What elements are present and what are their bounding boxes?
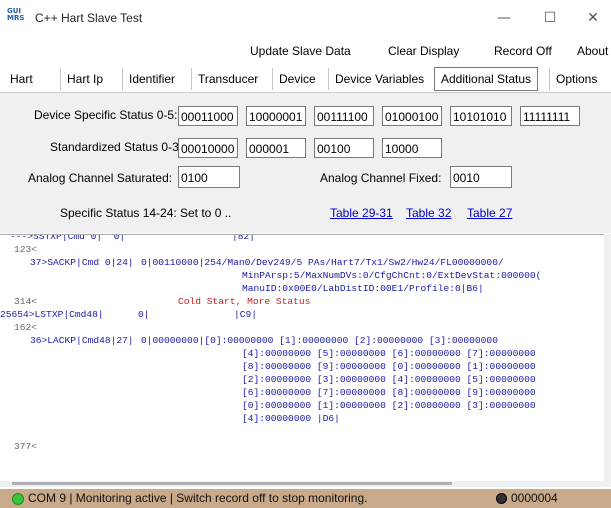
device-specific-status-5-field[interactable]: 11111111 (520, 106, 580, 126)
log-line: [2]:00000000 [3]:00000000 [4]:00000000 [… (242, 374, 536, 385)
record-off-button[interactable]: Record Off (494, 40, 552, 62)
log-line: |82| (232, 234, 256, 242)
standardized-status-1-field[interactable]: 000001 (246, 138, 306, 158)
horizontal-scrollbar-thumb[interactable] (12, 482, 452, 485)
tab-strip: Hart Hart Ip Identifier Transducer Devic… (0, 66, 611, 93)
log-line: [6]:00000000 [7]:00000000 [8]:00000000 [… (242, 387, 536, 398)
log-line: Cold Start, More Status (178, 296, 311, 307)
tab-device[interactable]: Device (272, 68, 322, 90)
log-line: 377< (14, 441, 38, 452)
device-specific-status-0-field[interactable]: 00011000 (178, 106, 238, 126)
tab-hart[interactable]: Hart (4, 68, 39, 90)
analog-channel-fixed-label: Analog Channel Fixed: (320, 171, 442, 185)
status-text: COM 9 | Monitoring active | Switch recor… (28, 491, 368, 505)
title-bar: GUI MRS C++ Hart Slave Test — ☐ ✕ (0, 0, 611, 38)
log-line: 25654>LSTXP|Cmd48| (0, 309, 104, 320)
clear-display-button[interactable]: Clear Display (388, 40, 459, 62)
log-line: ManuID:0x00E0/LabDistID:00E1/Profile:0|B… (242, 283, 484, 294)
analog-channel-saturated-field[interactable]: 0100 (178, 166, 240, 188)
specific-status-label: Specific Status 14-24: (60, 206, 177, 220)
about-button[interactable]: About (577, 40, 608, 62)
analog-channel-fixed-field[interactable]: 0010 (450, 166, 512, 188)
standardized-status-0-field[interactable]: 00010000 (178, 138, 238, 158)
horizontal-scrollbar[interactable] (0, 481, 611, 487)
table-32-link[interactable]: Table 32 (406, 206, 451, 220)
connection-status-icon (12, 493, 24, 505)
log-line: --->SSTXP|Cmd 0| 0| (10, 234, 126, 242)
log-line: 0|00000000|[0]:00000000 [1]:00000000 [2]… (141, 335, 498, 346)
device-specific-status-3-field[interactable]: 01000100 (382, 106, 442, 126)
minimize-button[interactable]: — (486, 6, 522, 30)
tab-hart-ip[interactable]: Hart Ip (60, 68, 109, 90)
log-line: [4]:00000000 [5]:00000000 [6]:00000000 [… (242, 348, 536, 359)
tab-transducer[interactable]: Transducer (191, 68, 264, 90)
standardized-status-3-field[interactable]: 10000 (382, 138, 442, 158)
log-line: 36>LACKP|Cmd48|27| (30, 335, 134, 346)
additional-status-panel: Device Specific Status 0-5: 00011000 100… (0, 93, 611, 233)
tab-additional-status[interactable]: Additional Status (434, 67, 539, 91)
table-29-31-link[interactable]: Table 29-31 (330, 206, 393, 220)
tab-device-variables[interactable]: Device Variables (328, 68, 430, 90)
device-specific-status-4-field[interactable]: 10101010 (450, 106, 512, 126)
device-specific-status-2-field[interactable]: 00111100 (314, 106, 374, 126)
record-count: 0000004 (511, 491, 558, 505)
log-line: 0| (138, 309, 150, 320)
log-line: 162< (14, 322, 38, 333)
table-27-link[interactable]: Table 27 (467, 206, 512, 220)
device-specific-status-1-field[interactable]: 10000001 (246, 106, 306, 126)
record-indicator-icon (496, 493, 507, 504)
tab-options[interactable]: Options (549, 68, 603, 90)
status-bar: COM 9 | Monitoring active | Switch recor… (0, 489, 611, 508)
tab-identifier[interactable]: Identifier (122, 68, 181, 90)
app-logo-icon: GUI MRS (7, 7, 25, 22)
maximize-button[interactable]: ☐ (532, 6, 568, 30)
device-specific-status-label: Device Specific Status 0-5: (34, 108, 178, 122)
standardized-status-label: Standardized Status 0-3: (50, 140, 183, 154)
analog-channel-saturated-label: Analog Channel Saturated: (28, 171, 173, 185)
specific-status-value: Set to 0 .. (180, 206, 232, 220)
log-line: [0]:00000000 [1]:00000000 [2]:00000000 [… (242, 400, 536, 411)
standardized-status-2-field[interactable]: 00100 (314, 138, 374, 158)
log-line: 0|00110000|254/Man0/Dev249/5 PAs/Hart7/T… (141, 257, 504, 268)
log-line: MinPArsp:5/MaxNumDVs:0/CfgChCnt:0/ExtDev… (242, 270, 542, 281)
log-line: [4]:00000000 |D6| (242, 413, 340, 424)
window-title: C++ Hart Slave Test (35, 11, 143, 25)
log-display[interactable]: --->SSTXP|Cmd 0| 0| |82| 123< 37>SACKP|C… (0, 234, 604, 482)
log-line: 37>SACKP|Cmd 0|24| (30, 257, 134, 268)
vertical-scrollbar[interactable] (604, 234, 611, 481)
log-line: 123< (14, 244, 38, 255)
update-slave-data-button[interactable]: Update Slave Data (250, 40, 351, 62)
log-line: 314< (14, 296, 38, 307)
log-line: |C9| (234, 309, 258, 320)
log-line: [8]:00000000 [9]:00000000 [0]:00000000 [… (242, 361, 536, 372)
close-button[interactable]: ✕ (575, 6, 611, 30)
